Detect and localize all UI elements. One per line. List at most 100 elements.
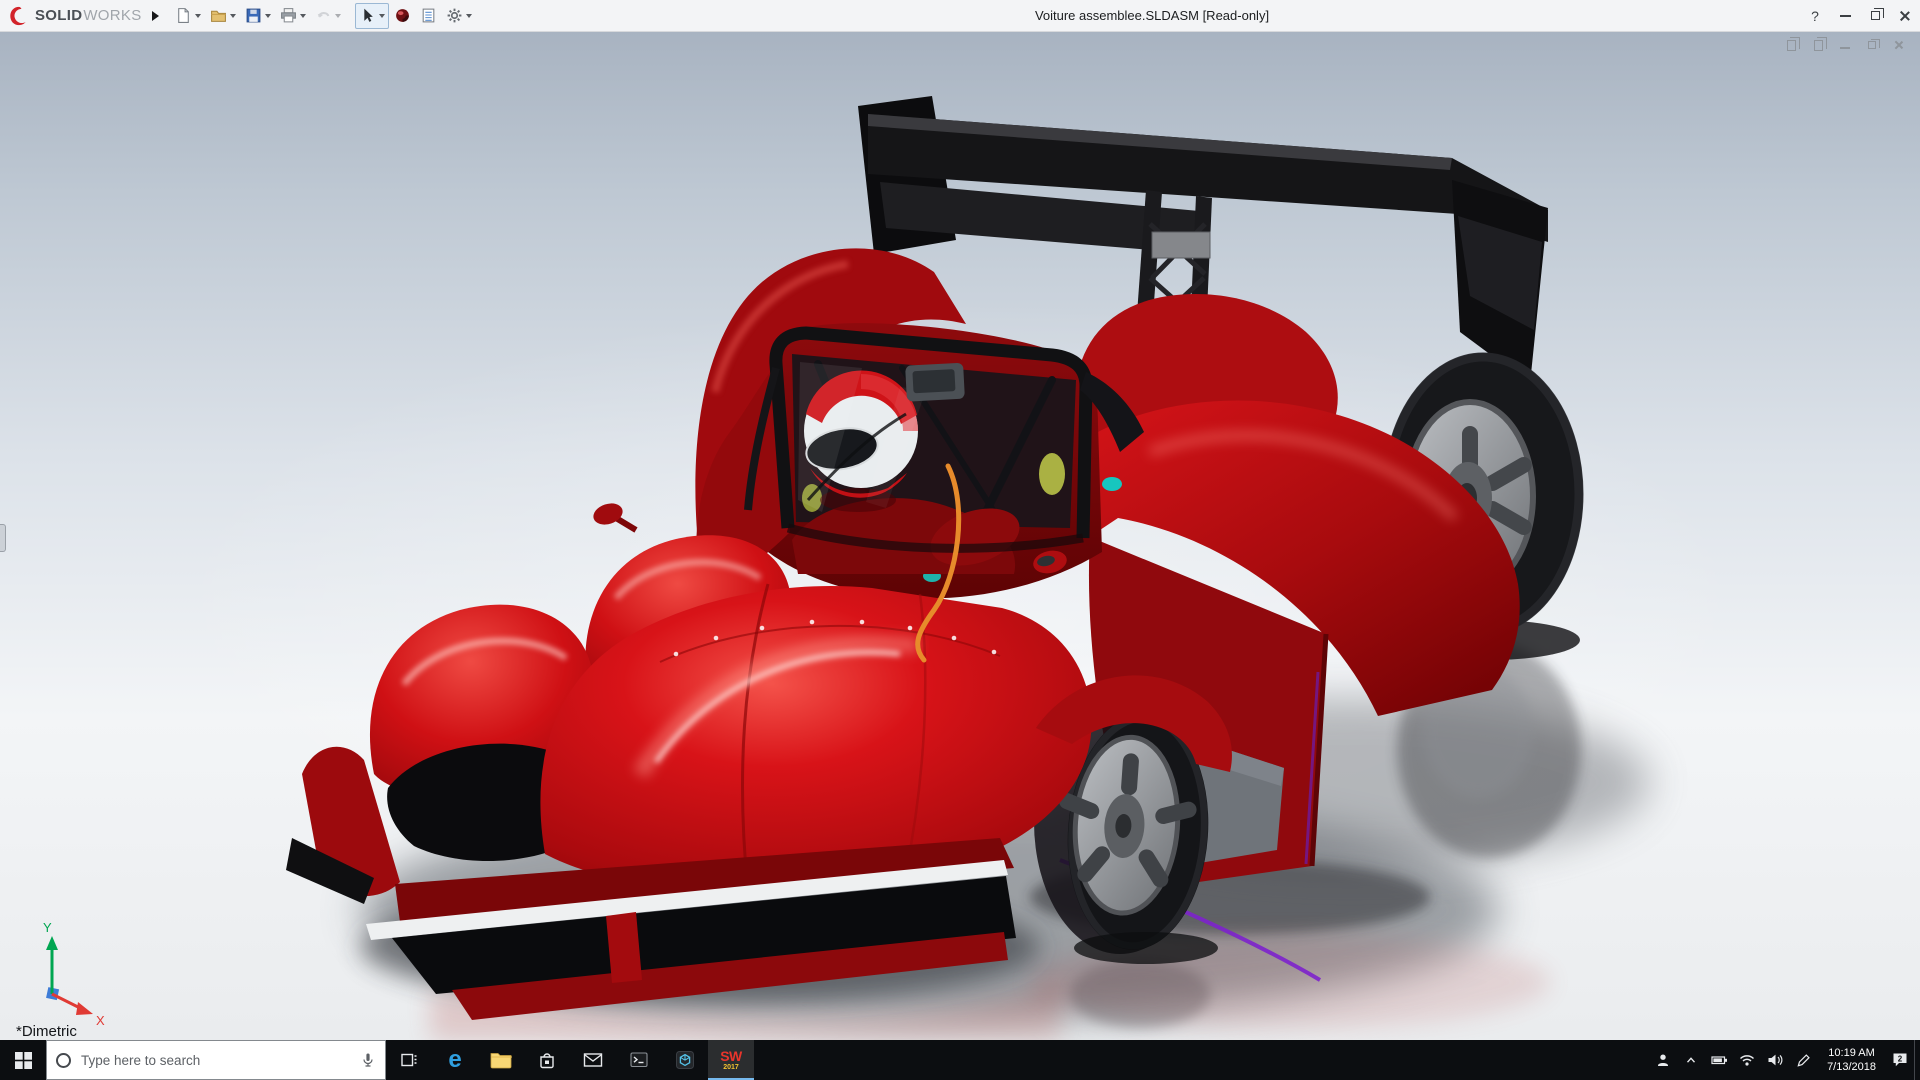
taskbar-search[interactable] [46, 1040, 386, 1080]
battery-icon [1711, 1053, 1728, 1067]
clock-date: 7/13/2018 [1827, 1060, 1876, 1074]
panel-splitter-tab[interactable] [0, 524, 6, 552]
file-explorer-button[interactable] [478, 1040, 524, 1080]
toolbar-expand-arrow[interactable] [152, 11, 159, 21]
windows-ink-button[interactable] [1789, 1040, 1817, 1080]
system-tray: 10:19 AM 7/13/2018 2 [1649, 1040, 1920, 1080]
search-input[interactable] [79, 1052, 352, 1069]
hidden-icons-button[interactable] [1677, 1040, 1705, 1080]
wifi-icon [1739, 1053, 1755, 1067]
doc-cascade-button[interactable] [1784, 38, 1798, 52]
rebuild-icon [394, 7, 411, 24]
print-icon [280, 7, 297, 24]
titlebar: SOLIDWORKS [0, 0, 1920, 32]
file-properties-icon [420, 7, 437, 24]
dassault-logo-icon [8, 5, 30, 27]
store-button[interactable] [524, 1040, 570, 1080]
select-tool-button[interactable] [355, 3, 389, 29]
file-properties-button[interactable] [416, 3, 441, 29]
viewport-canvas[interactable]: Y X [0, 32, 1920, 1040]
print-button[interactable] [276, 3, 310, 29]
undo-icon [315, 7, 332, 24]
dropdown-caret-icon [300, 14, 306, 18]
network-button[interactable] [1733, 1040, 1761, 1080]
store-icon [537, 1050, 557, 1070]
taskbar: e SW 2017 [0, 1040, 1920, 1080]
dropdown-caret-icon [195, 14, 201, 18]
save-icon [245, 7, 262, 24]
microphone-icon[interactable] [360, 1052, 376, 1068]
speaker-icon [1767, 1053, 1783, 1067]
chevron-up-icon [1684, 1053, 1698, 1067]
brand-text-works: WORKS [83, 7, 141, 24]
edge-icon: e [448, 1048, 461, 1072]
mirror-housing [905, 363, 965, 402]
dropdown-caret-icon [335, 14, 341, 18]
tile-icon [1814, 40, 1823, 51]
doc-restore-button[interactable] [1865, 38, 1879, 52]
help-button[interactable]: ? [1800, 0, 1830, 31]
help-label: ? [1811, 8, 1819, 24]
mail-button[interactable] [570, 1040, 616, 1080]
people-icon [1655, 1052, 1671, 1068]
open-button[interactable] [206, 3, 240, 29]
window-title: Voiture assemblee.SLDASM [Read-only] [1035, 8, 1269, 23]
solidworks-brand: SOLIDWORKS [8, 5, 142, 27]
show-desktop-button[interactable] [1914, 1040, 1920, 1080]
battery-button[interactable] [1705, 1040, 1733, 1080]
document-window-controls [1784, 38, 1906, 52]
options-gear-icon [446, 7, 463, 24]
cad-viewer-button[interactable] [662, 1040, 708, 1080]
axis-x-label: X [96, 1013, 105, 1028]
doc-close-icon [1894, 40, 1904, 50]
solidworks-app-year: 2017 [723, 1064, 739, 1071]
task-view-icon [399, 1050, 419, 1070]
left-mirror-stalk [616, 518, 636, 530]
taskbar-clock[interactable]: 10:19 AM 7/13/2018 [1817, 1046, 1886, 1075]
solidworks-app-icon: SW [720, 1049, 742, 1063]
select-cursor-icon [359, 7, 376, 24]
close-icon [1899, 10, 1911, 22]
restore-icon [1871, 11, 1880, 20]
solidworks-taskbar-button[interactable]: SW 2017 [708, 1040, 754, 1080]
clock-time: 10:19 AM [1827, 1046, 1876, 1060]
cortana-icon [56, 1053, 71, 1068]
dropdown-caret-icon [379, 14, 385, 18]
minimize-icon [1840, 15, 1851, 17]
close-button[interactable] [1890, 0, 1920, 31]
restore-button[interactable] [1860, 0, 1890, 31]
doc-close-button[interactable] [1892, 38, 1906, 52]
options-button[interactable] [442, 3, 476, 29]
open-icon [210, 7, 227, 24]
save-button[interactable] [241, 3, 275, 29]
action-center-button[interactable]: 2 [1886, 1040, 1914, 1080]
command-prompt-button[interactable] [616, 1040, 662, 1080]
cascade-icon [1787, 40, 1796, 51]
mail-icon [583, 1052, 603, 1068]
people-button[interactable] [1649, 1040, 1677, 1080]
center-pylon [606, 912, 642, 983]
quick-access-toolbar [171, 3, 476, 29]
rebuild-button[interactable] [390, 3, 415, 29]
teal-part [1102, 477, 1122, 491]
minimize-button[interactable] [1830, 0, 1860, 31]
doc-tile-button[interactable] [1811, 38, 1825, 52]
task-view-button[interactable] [386, 1040, 432, 1080]
doc-minimize-button[interactable] [1838, 38, 1852, 52]
new-document-icon [175, 7, 192, 24]
notification-count-badge: 2 [1898, 1054, 1902, 1063]
dropdown-caret-icon [466, 14, 472, 18]
axis-y-label: Y [43, 920, 52, 935]
doc-minimize-icon [1840, 47, 1850, 49]
new-document-button[interactable] [171, 3, 205, 29]
edge-button[interactable]: e [432, 1040, 478, 1080]
volume-button[interactable] [1761, 1040, 1789, 1080]
windows-logo-icon [15, 1052, 32, 1069]
dropdown-caret-icon [230, 14, 236, 18]
graphics-viewport[interactable]: Y X *Dimetric [0, 32, 1920, 1040]
doc-restore-icon [1868, 41, 1876, 49]
start-button[interactable] [0, 1040, 46, 1080]
pen-icon [1796, 1053, 1811, 1068]
undo-button[interactable] [311, 3, 345, 29]
view-orientation-label: *Dimetric [16, 1023, 77, 1040]
